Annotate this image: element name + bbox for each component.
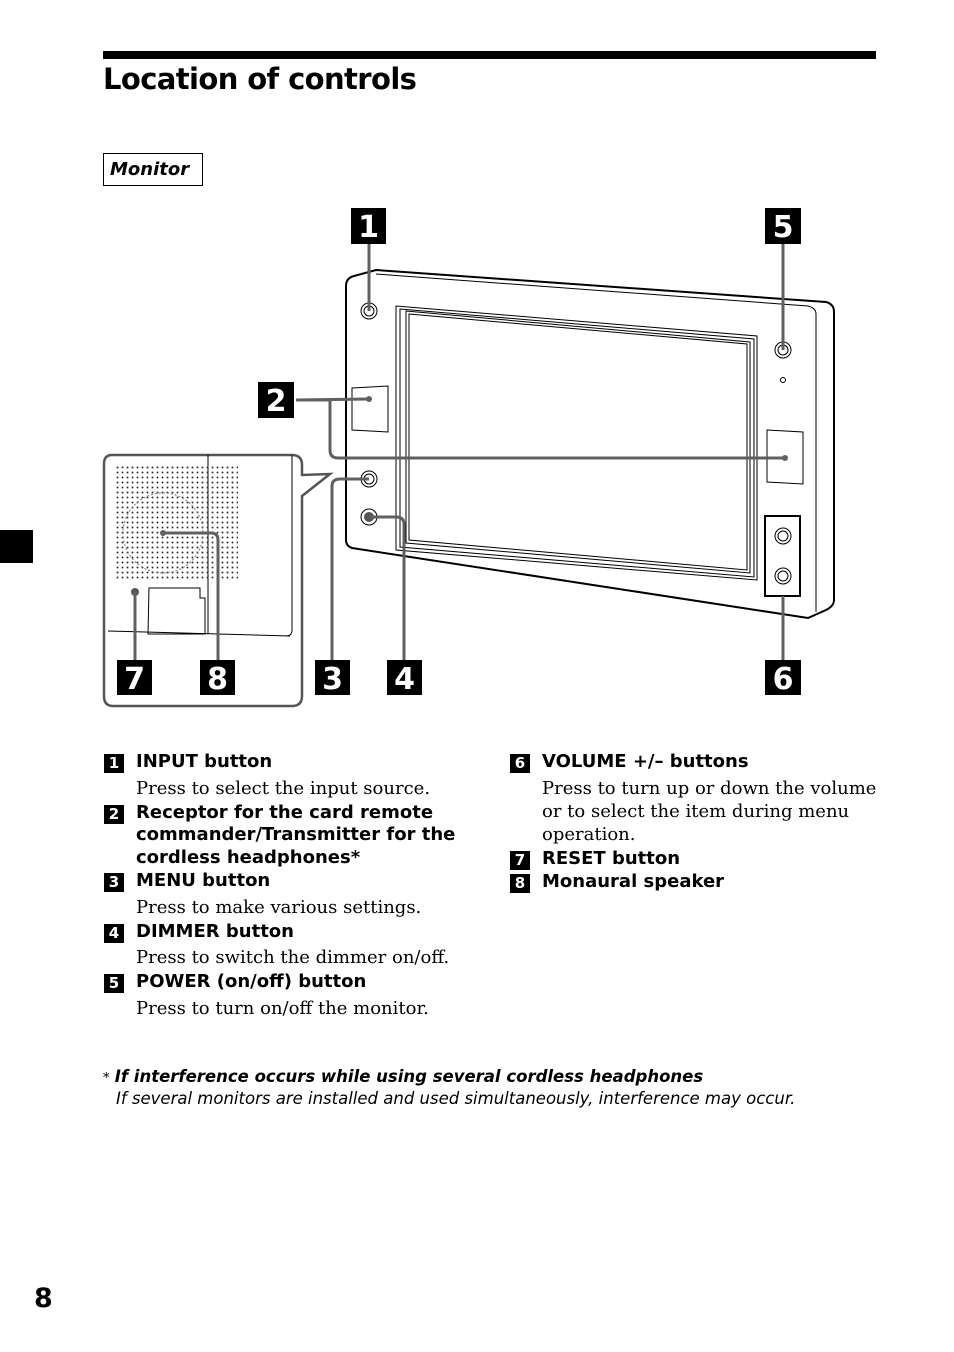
screen-bezel-inner (399, 308, 755, 578)
callout-5: 5 (765, 208, 801, 245)
leader-8-dot (160, 530, 166, 536)
screen-bezel (395, 305, 758, 581)
item-description: Press to turn up or down the volume or t… (542, 777, 877, 845)
control-item: 1 INPUT button Press to select the input… (104, 750, 474, 801)
leader-2-dot-right (782, 455, 788, 461)
item-title: Monaural speaker (542, 871, 725, 892)
item-title: POWER (on/off) button (136, 971, 367, 992)
callout-3: 3 (315, 660, 350, 697)
item-number-badge: 1 (104, 754, 124, 773)
monitor-diagram: 1 2 3 4 5 6 7 8 (102, 208, 835, 708)
leader-2 (296, 398, 785, 460)
volume-minus-graphic (774, 567, 792, 585)
footnote-marker: * (103, 1071, 110, 1086)
footnote-title: If interference occurs while using sever… (114, 1067, 704, 1086)
item-number-badge: 4 (104, 923, 124, 943)
item-description: Press to switch the dimmer on/off. (136, 947, 450, 968)
receptor-window-left (351, 385, 389, 433)
item-title: INPUT button (136, 751, 273, 772)
svg-text:4: 4 (394, 662, 415, 697)
item-title: RESET button (542, 847, 681, 869)
indicator-led (780, 377, 786, 383)
leader-2-dot-left (366, 396, 372, 402)
control-item: 2 Receptor for the card remote commander… (104, 801, 474, 870)
display-screen-inner (408, 313, 748, 571)
control-item: 8 Monaural speaker (510, 870, 890, 894)
item-number-badge: 6 (510, 754, 530, 773)
svg-text:3: 3 (322, 662, 343, 697)
control-item: 3 MENU button Press to make various sett… (104, 869, 474, 920)
callout-2: 2 (258, 382, 294, 419)
callout-7: 7 (117, 660, 152, 697)
svg-text:5: 5 (773, 210, 794, 245)
leader-3 (330, 477, 369, 660)
leader-2-left (295, 397, 370, 402)
item-number-badge: 3 (104, 873, 124, 892)
item-title: Receptor for the card remote commander/T… (136, 801, 456, 868)
item-number-badge: 5 (104, 974, 124, 993)
footnote-text: If several monitors are installed and us… (116, 1089, 796, 1108)
display-screen (405, 310, 751, 574)
callout-1: 1 (351, 208, 386, 245)
svg-text:2: 2 (266, 384, 287, 419)
controls-list-left: 1 INPUT button Press to select the input… (104, 750, 474, 1021)
control-item: 5 POWER (on/off) button Press to turn on… (104, 970, 474, 1021)
svg-text:7: 7 (124, 662, 145, 697)
item-number-badge: 8 (510, 874, 530, 893)
svg-text:6: 6 (773, 662, 794, 697)
card-slot-graphic (147, 587, 206, 635)
leader-lines (133, 244, 788, 660)
control-item: 6 VOLUME +/– buttons Press to turn up or… (510, 750, 890, 847)
monitor-illustration (345, 268, 835, 620)
callout-6: 6 (765, 660, 801, 697)
item-description: Press to turn on/off the monitor. (136, 997, 429, 1019)
item-description: Press to make various settings. (136, 896, 422, 918)
svg-text:1: 1 (358, 210, 379, 245)
callout-8: 8 (200, 660, 235, 697)
callout-4: 4 (387, 660, 422, 697)
speaker-grille (116, 466, 238, 580)
footnote: * If interference occurs while using sev… (103, 1067, 795, 1109)
volume-plus-graphic (774, 527, 792, 545)
control-item: 4 DIMMER button Press to switch the dimm… (104, 920, 474, 971)
leader-4 (369, 515, 406, 660)
controls-list-right: 6 VOLUME +/– buttons Press to turn up or… (510, 750, 890, 894)
item-number-badge: 7 (510, 850, 530, 870)
page-number: 8 (34, 1283, 53, 1314)
item-description: Press to select the input source. (136, 777, 431, 799)
item-title: MENU button (136, 870, 271, 891)
item-number-badge: 2 (104, 804, 124, 824)
item-title: VOLUME +/– buttons (542, 751, 749, 772)
item-title: DIMMER button (136, 920, 294, 942)
control-item: 7 RESET button (510, 847, 890, 871)
svg-text:8: 8 (207, 662, 228, 697)
